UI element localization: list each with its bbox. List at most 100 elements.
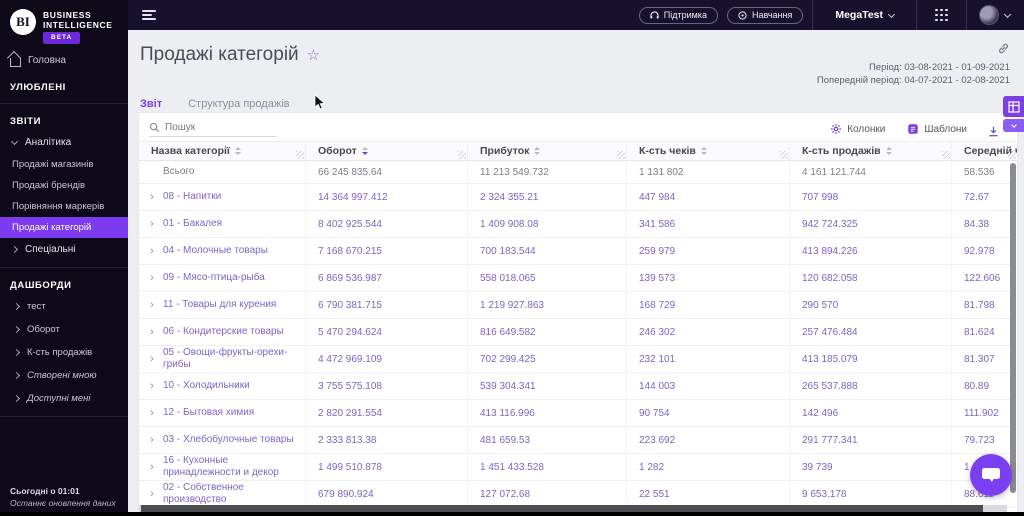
value-cell: 1 282 xyxy=(627,454,790,480)
bottom-edge-strip xyxy=(0,512,1024,516)
export-download-button[interactable] xyxy=(987,125,1000,138)
horizontal-scrollbar-thumb[interactable] xyxy=(141,505,983,512)
table-row[interactable]: › 03 - Хлебобулочные товары 2 333 813.38 48… xyxy=(139,427,1017,454)
column-header[interactable]: К-сть чеків xyxy=(627,142,790,160)
search-input[interactable] xyxy=(165,121,265,133)
table-row[interactable]: › 16 - Кухонные принадлежности и декор 1 4… xyxy=(139,454,1017,481)
category-name-cell: › 10 - Холодильники xyxy=(139,373,306,399)
value-cell: 168 729 xyxy=(627,292,790,318)
value-cell: 14 364 997.412 xyxy=(306,184,468,210)
table-row[interactable]: › 06 - Кондитерские товары 5 470 294.624 81… xyxy=(139,319,1017,346)
column-header[interactable]: Оборот xyxy=(306,142,468,160)
chat-icon xyxy=(982,468,1000,482)
category-name-cell: › 01 - Бакалея xyxy=(139,211,306,237)
table-row[interactable]: › 05 - Овощи-фрукты-орехи-грибы 4 472 969.… xyxy=(139,346,1017,373)
search-box[interactable] xyxy=(149,121,277,137)
table-total-row: ›Всього66 245 835.6411 213 549.7321 131 … xyxy=(139,161,1017,184)
value-cell: 265 537.888 xyxy=(790,373,952,399)
value-cell: 39 739 xyxy=(790,454,952,480)
dashboard-item[interactable]: К-сть продажів xyxy=(0,341,128,364)
training-button[interactable]: Навчання xyxy=(726,6,804,24)
menu-toggle-button[interactable] xyxy=(142,7,156,22)
value-cell: 120 682.058 xyxy=(790,265,952,291)
column-header[interactable]: Назва категорії xyxy=(139,142,306,160)
section-favorites-label: УЛЮБЛЕНІ xyxy=(10,81,66,93)
sidebar-item[interactable]: Продажі брендів xyxy=(0,175,128,196)
chat-fab-button[interactable] xyxy=(970,454,1012,496)
table-header: Назва категорії Оборот Прибуток К-сть чеків… xyxy=(139,141,1017,161)
chevron-right-icon xyxy=(12,302,21,310)
favorite-star-icon[interactable]: ☆ xyxy=(307,46,320,64)
value-cell: 341 586 xyxy=(627,211,790,237)
category-name-cell: › 12 - Бытовая химия xyxy=(139,400,306,426)
row-expand-icon: › xyxy=(150,218,154,230)
side-panel-controls xyxy=(1003,96,1024,132)
value-cell: 139 573 xyxy=(627,265,790,291)
logo-title: BUSINESS INTELLIGENCE BETA xyxy=(43,9,113,44)
value-cell: 447 984 xyxy=(627,184,790,210)
dashboard-item[interactable]: Доступні мені xyxy=(0,387,128,410)
table-row[interactable]: › 02 - Собственное производство 679 890.92… xyxy=(139,481,1017,508)
table-row[interactable]: › 04 - Молочные товары 7 168 670.215 700 18… xyxy=(139,238,1017,265)
category-name-cell: › 05 - Овощи-фрукты-орехи-грибы xyxy=(139,346,306,372)
sidebar-group-analytics[interactable]: Аналітика xyxy=(0,131,128,154)
dashboard-item[interactable]: тест xyxy=(0,295,128,318)
row-expand-icon: › xyxy=(150,488,154,500)
category-name-cell: › 03 - Хлебобулочные товары xyxy=(139,427,306,453)
sidebar-item[interactable]: Порівняння маркерів xyxy=(0,196,128,217)
panel-collapse-button[interactable] xyxy=(1003,119,1024,132)
row-expand-icon: › xyxy=(150,380,154,392)
table-row[interactable]: › 08 - Напитки 14 364 997.412 2 324 355.21 4… xyxy=(139,184,1017,211)
value-cell: 2 820 291.554 xyxy=(306,400,468,426)
column-header[interactable]: Прибуток xyxy=(468,142,627,160)
value-cell: 90 754 xyxy=(627,400,790,426)
gear-icon xyxy=(831,124,842,134)
table-row[interactable]: › 01 - Бакалея 8 402 925.544 1 409 908.08 34… xyxy=(139,211,1017,238)
chevron-down-icon xyxy=(1003,10,1012,18)
templates-icon xyxy=(908,124,919,134)
workspace-selector[interactable]: MegaTest xyxy=(813,9,916,21)
table-row[interactable]: › 11 - Товары для курения 6 790 381.715 1 2… xyxy=(139,292,1017,319)
chevron-down-icon xyxy=(10,137,19,145)
table-row[interactable]: › 09 - Мясо-птица-рыба 6 869 536.987 558 01… xyxy=(139,265,1017,292)
value-cell: 1 451 433.528 xyxy=(468,454,627,480)
value-cell: 413 116.996 xyxy=(468,400,627,426)
sidebar-item-home[interactable]: Головна xyxy=(0,50,128,72)
column-header[interactable]: К-сть продажів xyxy=(790,142,952,160)
sort-icon xyxy=(361,147,368,155)
last-update-time: Сьогодні о 01:01 xyxy=(10,486,80,496)
templates-button[interactable]: Шаблони xyxy=(907,123,967,135)
sidebar-item[interactable]: Продажі магазинів xyxy=(0,154,128,175)
sidebar: BI BUSINESS INTELLIGENCE BETA Головна УЛ… xyxy=(0,0,128,516)
value-cell: 6 869 536.987 xyxy=(306,265,468,291)
row-expand-icon: › xyxy=(150,272,154,284)
category-name-cell: ›Всього xyxy=(139,161,306,183)
value-cell: 3 755 575.108 xyxy=(306,373,468,399)
category-name-cell: › 04 - Молочные товары xyxy=(139,238,306,264)
table-row[interactable]: › 12 - Бытовая химия 2 820 291.554 413 116.… xyxy=(139,400,1017,427)
value-cell: 22 551 xyxy=(627,481,790,507)
share-link-icon[interactable] xyxy=(997,42,1010,55)
value-cell: 2 324 355.21 xyxy=(468,184,627,210)
value-cell: 81.624 xyxy=(964,326,995,338)
support-button[interactable]: Підтримка xyxy=(638,6,718,24)
dashboard-item[interactable]: Оборот xyxy=(0,318,128,341)
headset-icon xyxy=(650,10,659,19)
chevron-right-icon xyxy=(12,348,21,356)
value-cell: 144 003 xyxy=(627,373,790,399)
table-row[interactable]: › 10 - Холодильники 3 755 575.108 539 304.3… xyxy=(139,373,1017,400)
dashboard-item[interactable]: Створені мною xyxy=(0,364,128,387)
row-expand-icon: › xyxy=(150,461,154,473)
topbar: Підтримка Навчання MegaTest xyxy=(128,0,1024,30)
columns-button[interactable]: Колонки xyxy=(830,123,885,135)
vertical-scrollbar-thumb[interactable] xyxy=(1010,163,1016,493)
value-cell: 232 101 xyxy=(627,346,790,372)
pivot-panel-button[interactable] xyxy=(1003,96,1024,117)
user-menu[interactable] xyxy=(967,5,1024,25)
apps-grid-button[interactable] xyxy=(917,8,966,22)
value-cell: 413 185.079 xyxy=(790,346,952,372)
sidebar-group-special[interactable]: Спеціальні xyxy=(0,238,128,261)
column-header[interactable]: Середній чек xyxy=(952,142,1017,160)
mouse-cursor xyxy=(314,94,326,110)
sidebar-item[interactable]: Продажі категорій xyxy=(0,216,128,238)
